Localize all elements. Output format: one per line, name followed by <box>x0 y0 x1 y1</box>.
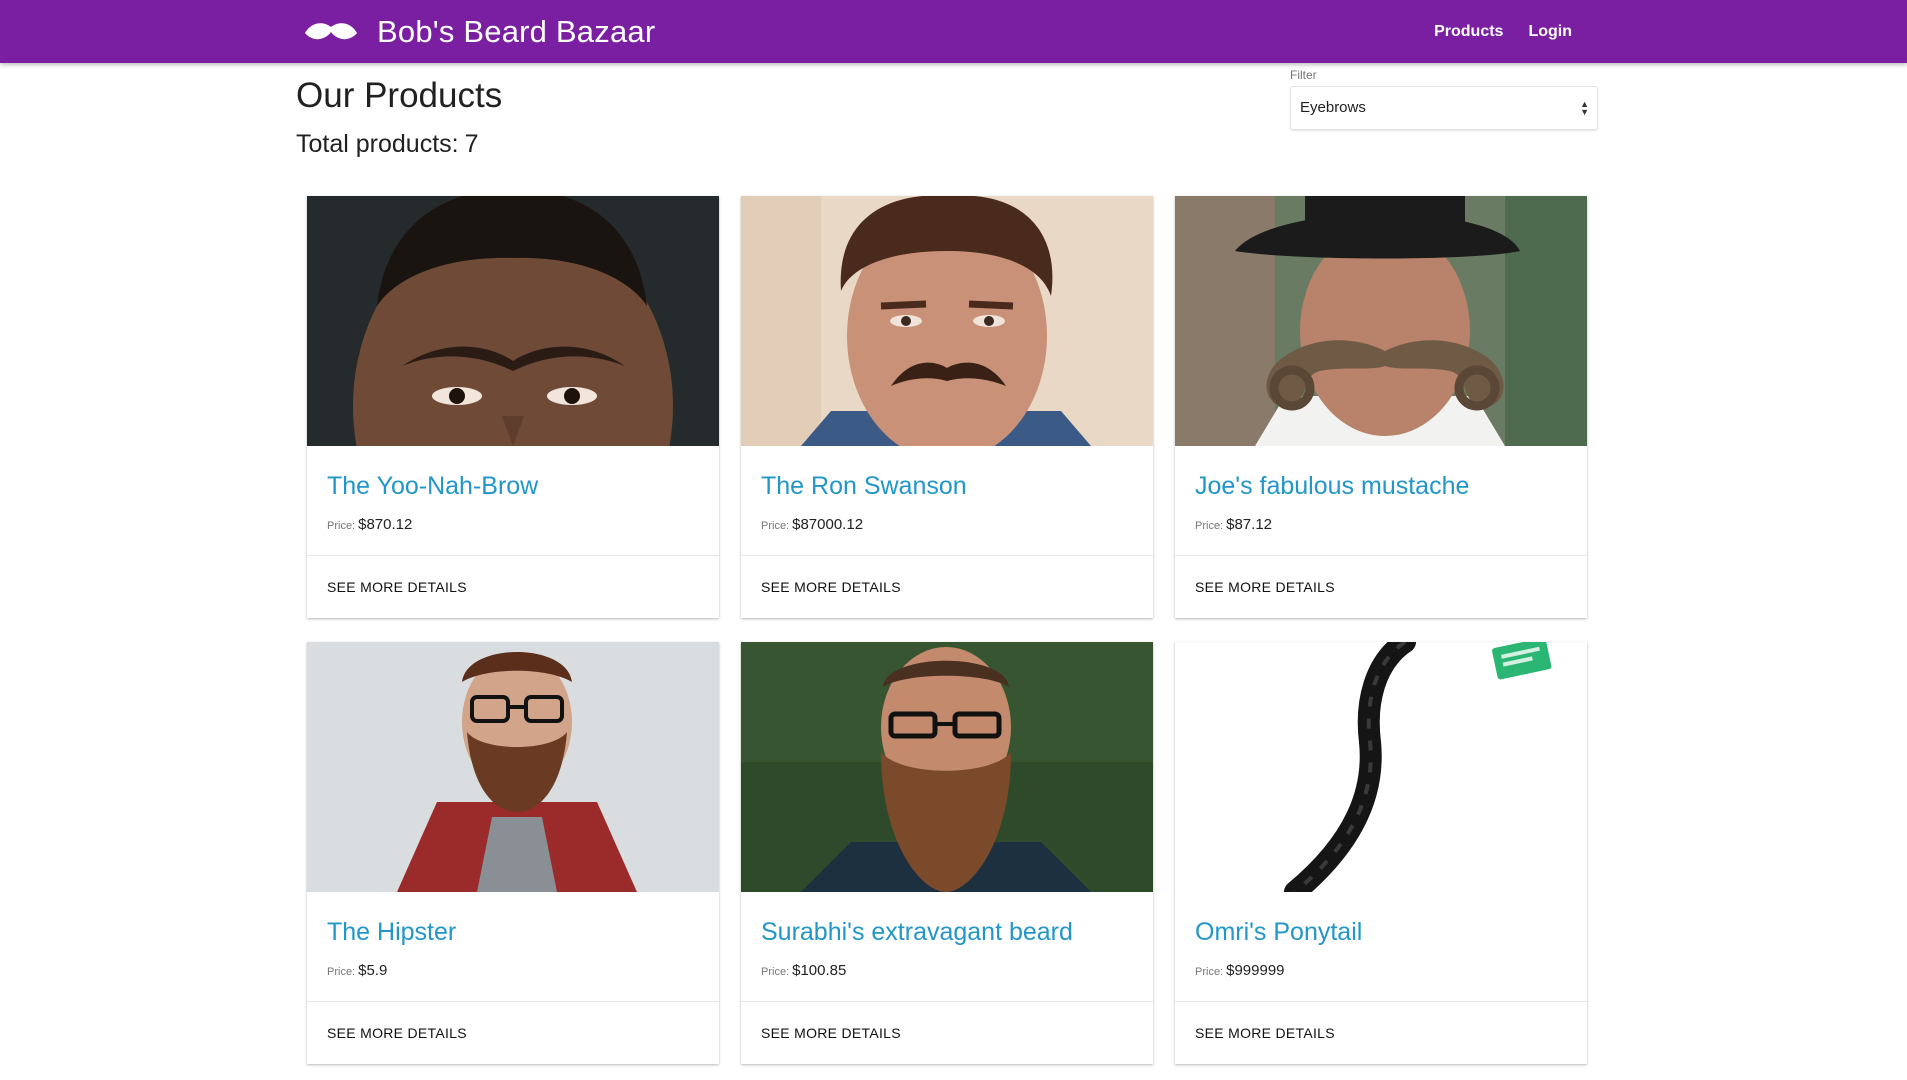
product-price: Price: $100.85 <box>761 962 846 979</box>
filter-selected-value: Eyebrows <box>1300 99 1366 116</box>
product-card-actions: SEE MORE DETAILS <box>741 556 1153 617</box>
price-value: $870.12 <box>358 516 413 533</box>
product-card: Omri's Ponytail Price: $999999 SEE MORE D… <box>1175 642 1587 1064</box>
product-title[interactable]: Surabhi's extravagant beard <box>761 918 1073 947</box>
long-beard-face-image <box>741 642 1153 892</box>
total-products-label: Total products: <box>296 130 459 158</box>
nav-link-login[interactable]: Login <box>1528 23 1572 41</box>
see-more-details-button[interactable]: SEE MORE DETAILS <box>327 1025 467 1041</box>
product-image[interactable] <box>307 642 719 892</box>
product-card-body: The Ron Swanson Price: $87000.12 <box>741 446 1153 556</box>
product-price: Price: $999999 <box>1195 962 1285 979</box>
product-image[interactable] <box>741 196 1153 446</box>
product-card: The Ron Swanson Price: $87000.12 SEE MORE… <box>741 196 1153 618</box>
product-image[interactable] <box>1175 642 1587 892</box>
see-more-details-button[interactable]: SEE MORE DETAILS <box>327 579 467 595</box>
page-title: Our Products <box>296 76 503 115</box>
brand-name: Bob's Beard Bazaar <box>377 13 656 49</box>
product-image[interactable] <box>307 196 719 446</box>
product-card: The Hipster Price: $5.9 SEE MORE DETAILS <box>307 642 719 1064</box>
product-card-body: Joe's fabulous mustache Price: $87.12 <box>1175 446 1587 556</box>
mustache-face-image <box>741 196 1153 446</box>
product-price: Price: $5.9 <box>327 962 387 979</box>
mustache-icon <box>305 22 357 39</box>
filter-label: Filter <box>1290 68 1317 82</box>
product-card-actions: SEE MORE DETAILS <box>307 1002 719 1063</box>
see-more-details-button[interactable]: SEE MORE DETAILS <box>1195 579 1335 595</box>
unibrow-face-image <box>307 196 719 446</box>
price-label: Price: <box>327 966 356 978</box>
price-label: Price: <box>1195 966 1224 978</box>
product-price: Price: $87000.12 <box>761 516 863 533</box>
curled-mustache-face-image <box>1175 196 1587 446</box>
select-arrows-icon: ▲ ▼ <box>1580 99 1589 117</box>
product-card-body: Omri's Ponytail Price: $999999 <box>1175 892 1587 1002</box>
product-card-body: The Hipster Price: $5.9 <box>307 892 719 1002</box>
product-card: The Yoo-Nah-Brow Price: $870.12 SEE MORE … <box>307 196 719 618</box>
top-navbar: Bob's Beard Bazaar Products Login <box>0 0 1907 63</box>
price-value: $87000.12 <box>792 516 864 533</box>
nav-link-products[interactable]: Products <box>1434 23 1503 41</box>
price-value: $100.85 <box>792 962 847 979</box>
product-price: Price: $87.12 <box>1195 516 1272 533</box>
hipster-beard-face-image <box>307 642 719 892</box>
product-title[interactable]: Omri's Ponytail <box>1195 918 1362 947</box>
product-card-actions: SEE MORE DETAILS <box>741 1002 1153 1063</box>
see-more-details-button[interactable]: SEE MORE DETAILS <box>761 1025 901 1041</box>
product-card-body: Surabhi's extravagant beard Price: $100.8… <box>741 892 1153 1002</box>
brand-link[interactable]: Bob's Beard Bazaar <box>305 0 655 63</box>
price-label: Price: <box>761 520 790 532</box>
total-products-count: 7 <box>464 130 479 158</box>
filter-control: Filter Eyebrows ▲ ▼ <box>1290 68 1598 130</box>
see-more-details-button[interactable]: SEE MORE DETAILS <box>1195 1025 1335 1041</box>
price-value: $999999 <box>1226 962 1285 979</box>
price-value: $87.12 <box>1226 516 1273 533</box>
product-title[interactable]: The Hipster <box>327 918 456 947</box>
price-value: $5.9 <box>358 962 388 979</box>
braided-ponytail-image <box>1175 642 1587 892</box>
filter-select[interactable]: Eyebrows ▲ ▼ <box>1290 86 1598 130</box>
nav-links: Products Login <box>1409 0 1572 63</box>
product-price: Price: $870.12 <box>327 516 412 533</box>
product-card-actions: SEE MORE DETAILS <box>1175 1002 1587 1063</box>
product-title[interactable]: The Ron Swanson <box>761 472 967 501</box>
product-grid: The Yoo-Nah-Brow Price: $870.12 SEE MORE … <box>307 196 1587 1064</box>
see-more-details-button[interactable]: SEE MORE DETAILS <box>761 579 901 595</box>
price-label: Price: <box>1195 520 1224 532</box>
product-card-actions: SEE MORE DETAILS <box>307 556 719 617</box>
product-title[interactable]: Joe's fabulous mustache <box>1195 472 1469 501</box>
product-title[interactable]: The Yoo-Nah-Brow <box>327 472 538 501</box>
product-card-actions: SEE MORE DETAILS <box>1175 556 1587 617</box>
price-label: Price: <box>327 520 356 532</box>
price-label: Price: <box>761 966 790 978</box>
product-card: Joe's fabulous mustache Price: $87.12 SEE… <box>1175 196 1587 618</box>
product-image[interactable] <box>741 642 1153 892</box>
product-card: Surabhi's extravagant beard Price: $100.8… <box>741 642 1153 1064</box>
product-image[interactable] <box>1175 196 1587 446</box>
product-card-body: The Yoo-Nah-Brow Price: $870.12 <box>307 446 719 556</box>
total-products: Total products: 7 <box>296 130 479 159</box>
